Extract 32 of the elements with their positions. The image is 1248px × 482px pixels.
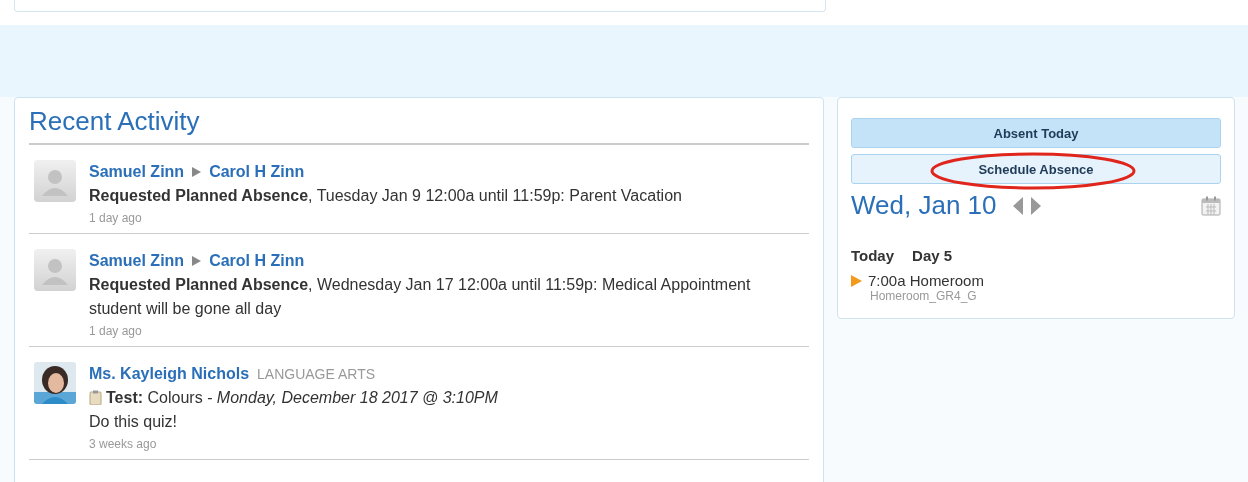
event-title: 7:00a Homeroom bbox=[868, 272, 984, 289]
avatar-icon bbox=[34, 249, 76, 291]
name-link[interactable]: Carol H Zinn bbox=[209, 249, 305, 273]
next-icon[interactable] bbox=[1030, 196, 1041, 215]
name-link[interactable]: Carol H Zinn bbox=[209, 160, 305, 184]
day-label: Day 5 bbox=[912, 247, 953, 264]
name-link[interactable]: Samuel Zinn bbox=[89, 160, 185, 184]
previous-icon[interactable] bbox=[1012, 196, 1023, 215]
section-title: Recent Activity bbox=[29, 106, 200, 137]
course-label: LANGUAGE ARTS bbox=[257, 365, 376, 384]
absence-button[interactable]: Absent Today bbox=[851, 118, 1221, 148]
today-label: Today bbox=[851, 247, 895, 264]
item-title: Colours bbox=[147, 389, 203, 406]
due-date: - Monday, December 18 2017 @ 3:10PM bbox=[207, 389, 498, 406]
avatar-icon bbox=[34, 160, 76, 202]
item-type: Test: bbox=[106, 389, 144, 406]
calendar-icon[interactable] bbox=[1201, 195, 1221, 216]
arrow-icon bbox=[192, 256, 202, 266]
date-heading: Wed, Jan 10 bbox=[851, 190, 997, 221]
arrow-icon bbox=[192, 167, 202, 177]
timestamp: 1 day ago bbox=[89, 324, 143, 338]
name-link[interactable]: Ms. Kayleigh Nichols bbox=[89, 362, 250, 386]
activity-text: Requested Planned Absence, Wednesday Jan 17 12:00a until 11:59p: Medical Appointment student will be gone all day bbox=[89, 275, 752, 319]
clipboard-icon bbox=[89, 390, 102, 405]
name-link[interactable]: Samuel Zinn bbox=[89, 249, 185, 273]
timestamp: 3 weeks ago bbox=[89, 437, 158, 451]
activity-text: Do this quiz! bbox=[89, 412, 179, 432]
absence-button[interactable]: Schedule Absence bbox=[851, 154, 1221, 184]
timestamp: 1 day ago bbox=[89, 211, 143, 225]
play-icon bbox=[851, 274, 862, 287]
activity-text: Requested Planned Absence, Tuesday Jan 9 12:00a until 11:59p: Parent Vacation bbox=[89, 186, 683, 206]
event-section: Homeroom_GR4_G bbox=[870, 289, 1221, 303]
